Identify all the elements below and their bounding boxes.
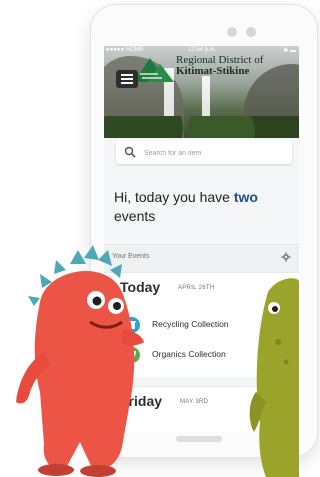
red-monster-mascot — [16, 245, 144, 477]
greeting-text: Hi, today you have two events — [114, 188, 294, 226]
menu-line-icon — [121, 78, 133, 80]
search-bar[interactable] — [116, 140, 292, 164]
menu-line-icon — [121, 82, 133, 84]
header-banner: ●●●●● HOME 12:54 p.m. ✱ ▬ Regional Distr… — [104, 46, 299, 138]
gear-icon[interactable] — [281, 252, 291, 262]
event-count: two — [233, 189, 258, 205]
event-label: Organics Collection — [152, 349, 226, 359]
logo-line-2: Kitimat-Stikine — [176, 65, 250, 77]
greeting-suffix: events — [114, 208, 156, 224]
greeting-prefix: Hi, today you have — [114, 189, 234, 205]
status-time: 12:54 p.m. — [188, 47, 217, 53]
district-logo-text: Regional District of Kitimat-Stikine — [176, 54, 299, 77]
green-monster-mascot — [249, 278, 299, 477]
banner-foliage — [104, 116, 299, 138]
search-icon — [124, 146, 136, 158]
event-label: Recycling Collection — [152, 319, 229, 329]
day-date: MAY 3RD — [180, 399, 209, 405]
front-sensor — [246, 27, 256, 37]
front-camera — [227, 27, 237, 37]
menu-line-icon — [121, 74, 133, 76]
mountain-logo-icon — [134, 58, 174, 82]
home-indicator — [176, 436, 222, 442]
hamburger-menu-button[interactable] — [116, 70, 138, 88]
search-input[interactable] — [142, 144, 286, 162]
day-date: APRIL 26TH — [178, 285, 215, 291]
battery-icon: ✱ ▬ — [283, 48, 296, 54]
